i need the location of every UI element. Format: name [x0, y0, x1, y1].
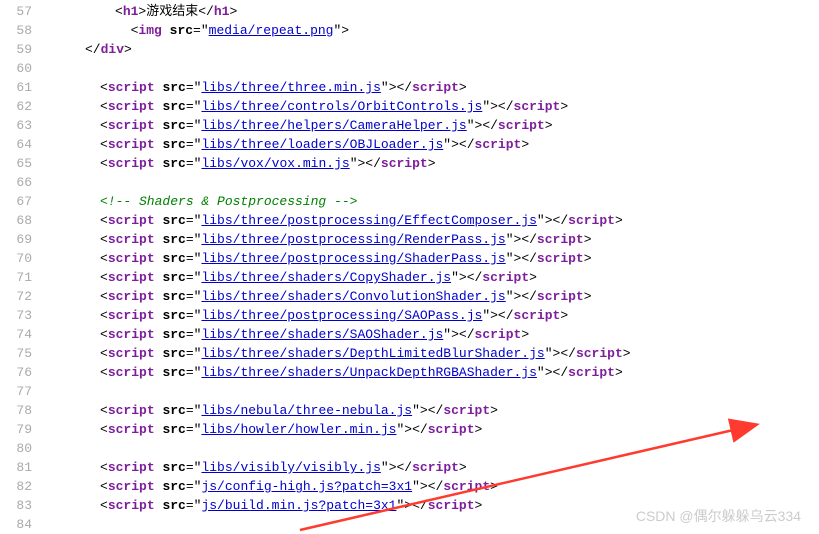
- line-number: 61: [0, 78, 40, 97]
- code-lines: <h1>游戏结束</h1> <img src="media/repeat.png…: [40, 2, 819, 534]
- line-number: 58: [0, 21, 40, 40]
- line-number: 84: [0, 515, 40, 534]
- line-number: 83: [0, 496, 40, 515]
- line-number: 66: [0, 173, 40, 192]
- code-line: <script src="libs/three/postprocessing/S…: [70, 306, 819, 325]
- line-number: 67: [0, 192, 40, 211]
- line-number: 63: [0, 116, 40, 135]
- code-line: <script src="libs/three/shaders/Convolut…: [70, 287, 819, 306]
- line-number: 62: [0, 97, 40, 116]
- code-line: <script src="libs/howler/howler.min.js">…: [70, 420, 819, 439]
- code-line: <script src="libs/vox/vox.min.js"></scri…: [70, 154, 819, 173]
- line-number: 74: [0, 325, 40, 344]
- code-line: [70, 382, 819, 401]
- line-number: 76: [0, 363, 40, 382]
- code-line: <script src="libs/three/loaders/OBJLoade…: [70, 135, 819, 154]
- line-number: 59: [0, 40, 40, 59]
- code-line: <script src="libs/three/postprocessing/E…: [70, 211, 819, 230]
- line-number: 79: [0, 420, 40, 439]
- line-number: 75: [0, 344, 40, 363]
- code-line: <script src="libs/nebula/three-nebula.js…: [70, 401, 819, 420]
- code-line: </div>: [70, 40, 819, 59]
- code-line: <script src="libs/three/controls/OrbitCo…: [70, 97, 819, 116]
- code-line: [70, 59, 819, 78]
- code-line: <img src="media/repeat.png">: [70, 21, 819, 40]
- line-number: 81: [0, 458, 40, 477]
- line-number: 68: [0, 211, 40, 230]
- line-number: 78: [0, 401, 40, 420]
- line-number: 72: [0, 287, 40, 306]
- line-number: 80: [0, 439, 40, 458]
- code-line: <script src="libs/three/shaders/DepthLim…: [70, 344, 819, 363]
- code-line: <script src="libs/three/three.min.js"></…: [70, 78, 819, 97]
- code-line: <h1>游戏结束</h1>: [70, 2, 819, 21]
- line-number: 57: [0, 2, 40, 21]
- code-line: <script src="libs/three/helpers/CameraHe…: [70, 116, 819, 135]
- code-line: <script src="libs/three/shaders/UnpackDe…: [70, 363, 819, 382]
- line-number: 73: [0, 306, 40, 325]
- code-line: [70, 173, 819, 192]
- line-number: 77: [0, 382, 40, 401]
- line-number-gutter: 5758596061626364656667686970717273747576…: [0, 2, 40, 534]
- line-number: 65: [0, 154, 40, 173]
- code-line: <!-- Shaders & Postprocessing -->: [70, 192, 819, 211]
- code-line: <script src="js/config-high.js?patch=3x1…: [70, 477, 819, 496]
- line-number: 82: [0, 477, 40, 496]
- code-line: <script src="libs/three/shaders/SAOShade…: [70, 325, 819, 344]
- line-number: 71: [0, 268, 40, 287]
- line-number: 64: [0, 135, 40, 154]
- code-line: [70, 439, 819, 458]
- line-number: 69: [0, 230, 40, 249]
- line-number: 70: [0, 249, 40, 268]
- line-number: 60: [0, 59, 40, 78]
- code-line: <script src="libs/three/postprocessing/R…: [70, 230, 819, 249]
- code-line: <script src="libs/three/shaders/CopyShad…: [70, 268, 819, 287]
- watermark-text: CSDN @偶尔躲躲乌云334: [636, 507, 801, 526]
- code-line: <script src="libs/visibly/visibly.js"></…: [70, 458, 819, 477]
- code-editor: 5758596061626364656667686970717273747576…: [0, 0, 819, 534]
- code-line: <script src="libs/three/postprocessing/S…: [70, 249, 819, 268]
